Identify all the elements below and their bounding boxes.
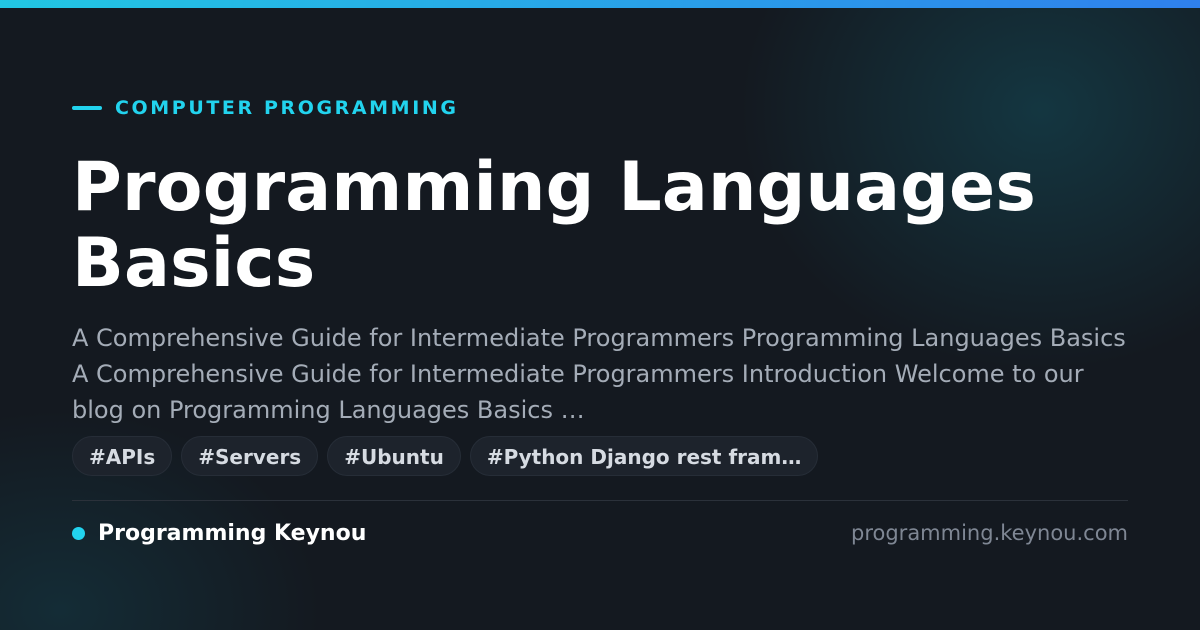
top-accent-bar (0, 0, 1200, 8)
site-url[interactable]: programming.keynou.com (851, 518, 1128, 548)
tag-apis[interactable]: #APIs (72, 436, 173, 476)
tag-ubuntu[interactable]: #Ubuntu (327, 436, 461, 476)
category-label: COMPUTER PROGRAMMING (115, 97, 459, 119)
tag-list: #APIs #Servers #Ubuntu #Python Django re… (72, 436, 819, 476)
category-eyebrow: COMPUTER PROGRAMMING (72, 96, 459, 120)
eyebrow-line-icon (72, 106, 102, 110)
brand-dot-icon (72, 526, 85, 540)
tag-python-django[interactable]: #Python Django rest fram… (469, 436, 819, 476)
description: A Comprehensive Guide for Intermediate P… (72, 324, 1126, 424)
brand-name: Programming Keynou (98, 520, 367, 546)
footer-brand: Programming Keynou (72, 518, 366, 548)
footer-divider (72, 500, 1128, 501)
og-card: COMPUTER PROGRAMMING Programming Languag… (0, 0, 1200, 630)
tag-servers[interactable]: #Servers (181, 436, 319, 476)
page-title: Programming Languages Basics (72, 148, 1037, 303)
